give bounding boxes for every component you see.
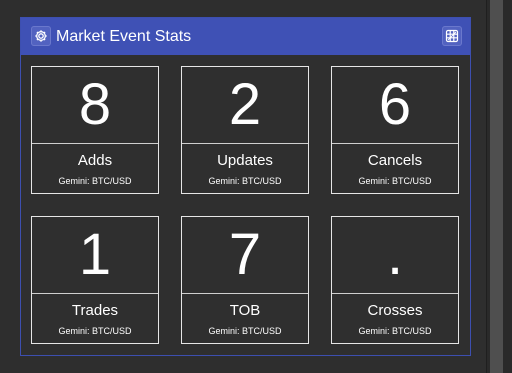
- stat-value: 6: [378, 72, 412, 137]
- grid-icon[interactable]: [442, 26, 462, 46]
- stat-label: TOB: [229, 302, 261, 319]
- scrollbar-thumb[interactable]: [490, 0, 503, 373]
- stat-source: Gemini: BTC/USD: [58, 326, 132, 336]
- stat-label: Crosses: [367, 302, 423, 319]
- stat-card-tob: 7 TOB Gemini: BTC/USD: [181, 216, 309, 344]
- stat-label: Cancels: [367, 152, 423, 169]
- divider: [32, 143, 158, 144]
- stat-card-adds: 8 Adds Gemini: BTC/USD: [31, 66, 159, 194]
- stat-value: 1: [78, 222, 112, 287]
- panel-title: Market Event Stats: [56, 28, 192, 45]
- stat-card-trades: 1 Trades Gemini: BTC/USD: [31, 216, 159, 344]
- stat-source: Gemini: BTC/USD: [358, 326, 432, 336]
- stat-source: Gemini: BTC/USD: [358, 176, 432, 186]
- divider: [182, 143, 308, 144]
- stat-label: Adds: [77, 152, 113, 169]
- divider: [182, 293, 308, 294]
- divider: [332, 143, 458, 144]
- stat-card-crosses: . Crosses Gemini: BTC/USD: [331, 216, 459, 344]
- stat-label: Trades: [71, 302, 119, 319]
- stat-value: 7: [228, 222, 262, 287]
- stat-value: .: [386, 222, 404, 287]
- stat-source: Gemini: BTC/USD: [58, 176, 132, 186]
- stat-card-cancels: 6 Cancels Gemini: BTC/USD: [331, 66, 459, 194]
- stat-source: Gemini: BTC/USD: [208, 176, 282, 186]
- scrollbar-track[interactable]: [486, 0, 512, 373]
- gear-icon[interactable]: [31, 26, 51, 46]
- stat-card-updates: 2 Updates Gemini: BTC/USD: [181, 66, 309, 194]
- divider: [32, 293, 158, 294]
- stat-value: 2: [228, 72, 262, 137]
- panel-header: Market Event Stats: [21, 18, 470, 55]
- stat-value: 8: [78, 72, 112, 137]
- divider: [332, 293, 458, 294]
- stat-source: Gemini: BTC/USD: [208, 326, 282, 336]
- app-root: Market Event Stats 8 Adds Gemini: BTC/US…: [0, 0, 512, 373]
- stat-label: Updates: [217, 152, 273, 169]
